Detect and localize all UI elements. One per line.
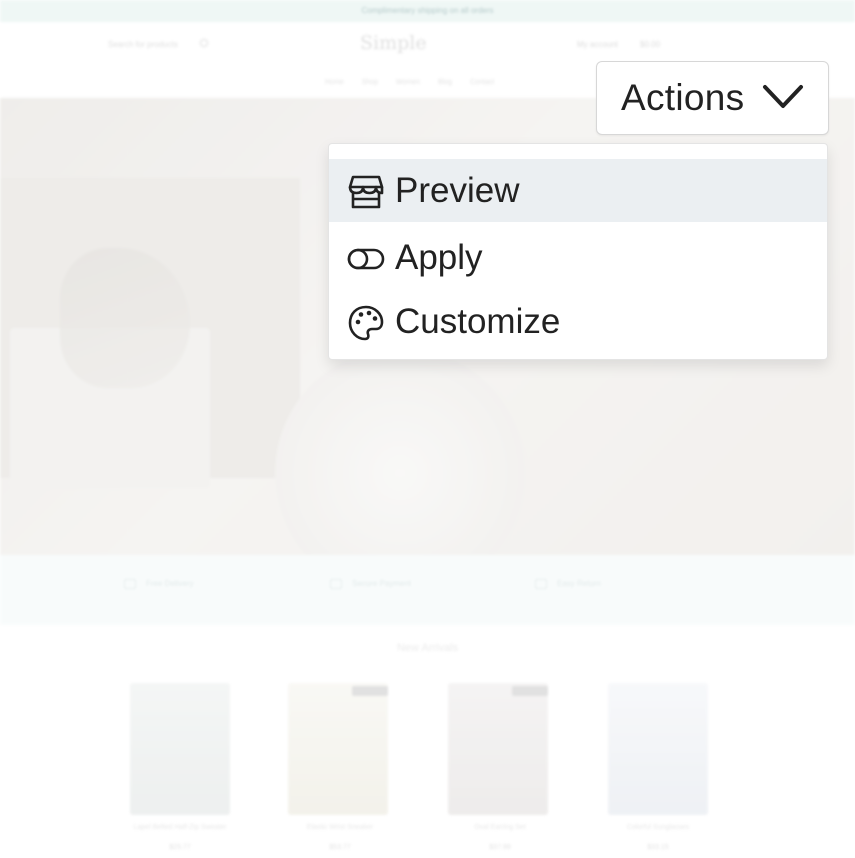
toggle-icon [347, 248, 385, 270]
hero-arch [275, 348, 525, 555]
product-name: Colorful Sunglasses [626, 824, 690, 831]
product-image [288, 683, 388, 815]
menu-item-apply[interactable]: Apply [329, 226, 827, 289]
return-icon [535, 579, 547, 589]
product-image [448, 683, 548, 815]
account-link: My account [577, 40, 618, 49]
menu-item-label: Preview [395, 171, 520, 210]
menu-item-preview[interactable]: Preview [329, 159, 827, 222]
chevron-down-icon[interactable] [762, 83, 804, 111]
store-nav-item: Shop [361, 79, 379, 86]
menu-item-label: Apply [395, 238, 483, 277]
card-icon [330, 579, 342, 589]
sale-badge [352, 686, 388, 696]
actions-dropdown-menu: Preview Apply Customize [328, 143, 828, 360]
cart-link: $0.00 [640, 40, 661, 49]
feature-title: Secure Payment [352, 579, 412, 589]
product-price: $33.15 [647, 844, 669, 851]
menu-item-label: Customize [395, 302, 561, 341]
storefront-icon [348, 175, 384, 209]
store-nav-item: Contact [470, 79, 495, 86]
announcement-bar: Complimentary shipping on all orders [0, 0, 855, 22]
actions-button-label: Actions [621, 77, 745, 118]
feature-item: Easy Return [535, 579, 601, 589]
store-nav: Home Shop Women Blog Contact [325, 79, 494, 86]
feature-title: Easy Return [557, 579, 602, 589]
product-price: $37.99 [489, 844, 511, 851]
menu-item-customize[interactable]: Customize [329, 290, 827, 353]
product-price: $25.77 [169, 844, 191, 851]
product-name: Lapel Belted Half-Zip Sweater [133, 824, 227, 831]
feature-item: Free Delivery [124, 579, 194, 589]
store-nav-item: Blog [438, 79, 453, 86]
sale-badge [512, 686, 548, 696]
store-nav-item: Home [325, 79, 344, 86]
store-brand-logo: Simple [360, 32, 427, 54]
product-name: Elastic Wrist Sneaker [306, 824, 374, 831]
product-price: $53.77 [329, 844, 351, 851]
store-nav-item: Women [396, 79, 421, 86]
truck-icon [124, 579, 136, 589]
product-name: Oval Earring Set [474, 824, 526, 831]
features-strip: Free Delivery Secure Payment Easy Return [0, 555, 855, 625]
product-image [608, 683, 708, 815]
feature-item: Secure Payment [330, 579, 411, 589]
palette-icon [348, 305, 384, 341]
feature-title: Free Delivery [146, 579, 194, 589]
product-image [130, 683, 230, 815]
section-title: New Arrivals [396, 642, 459, 654]
search-icon [200, 39, 208, 47]
